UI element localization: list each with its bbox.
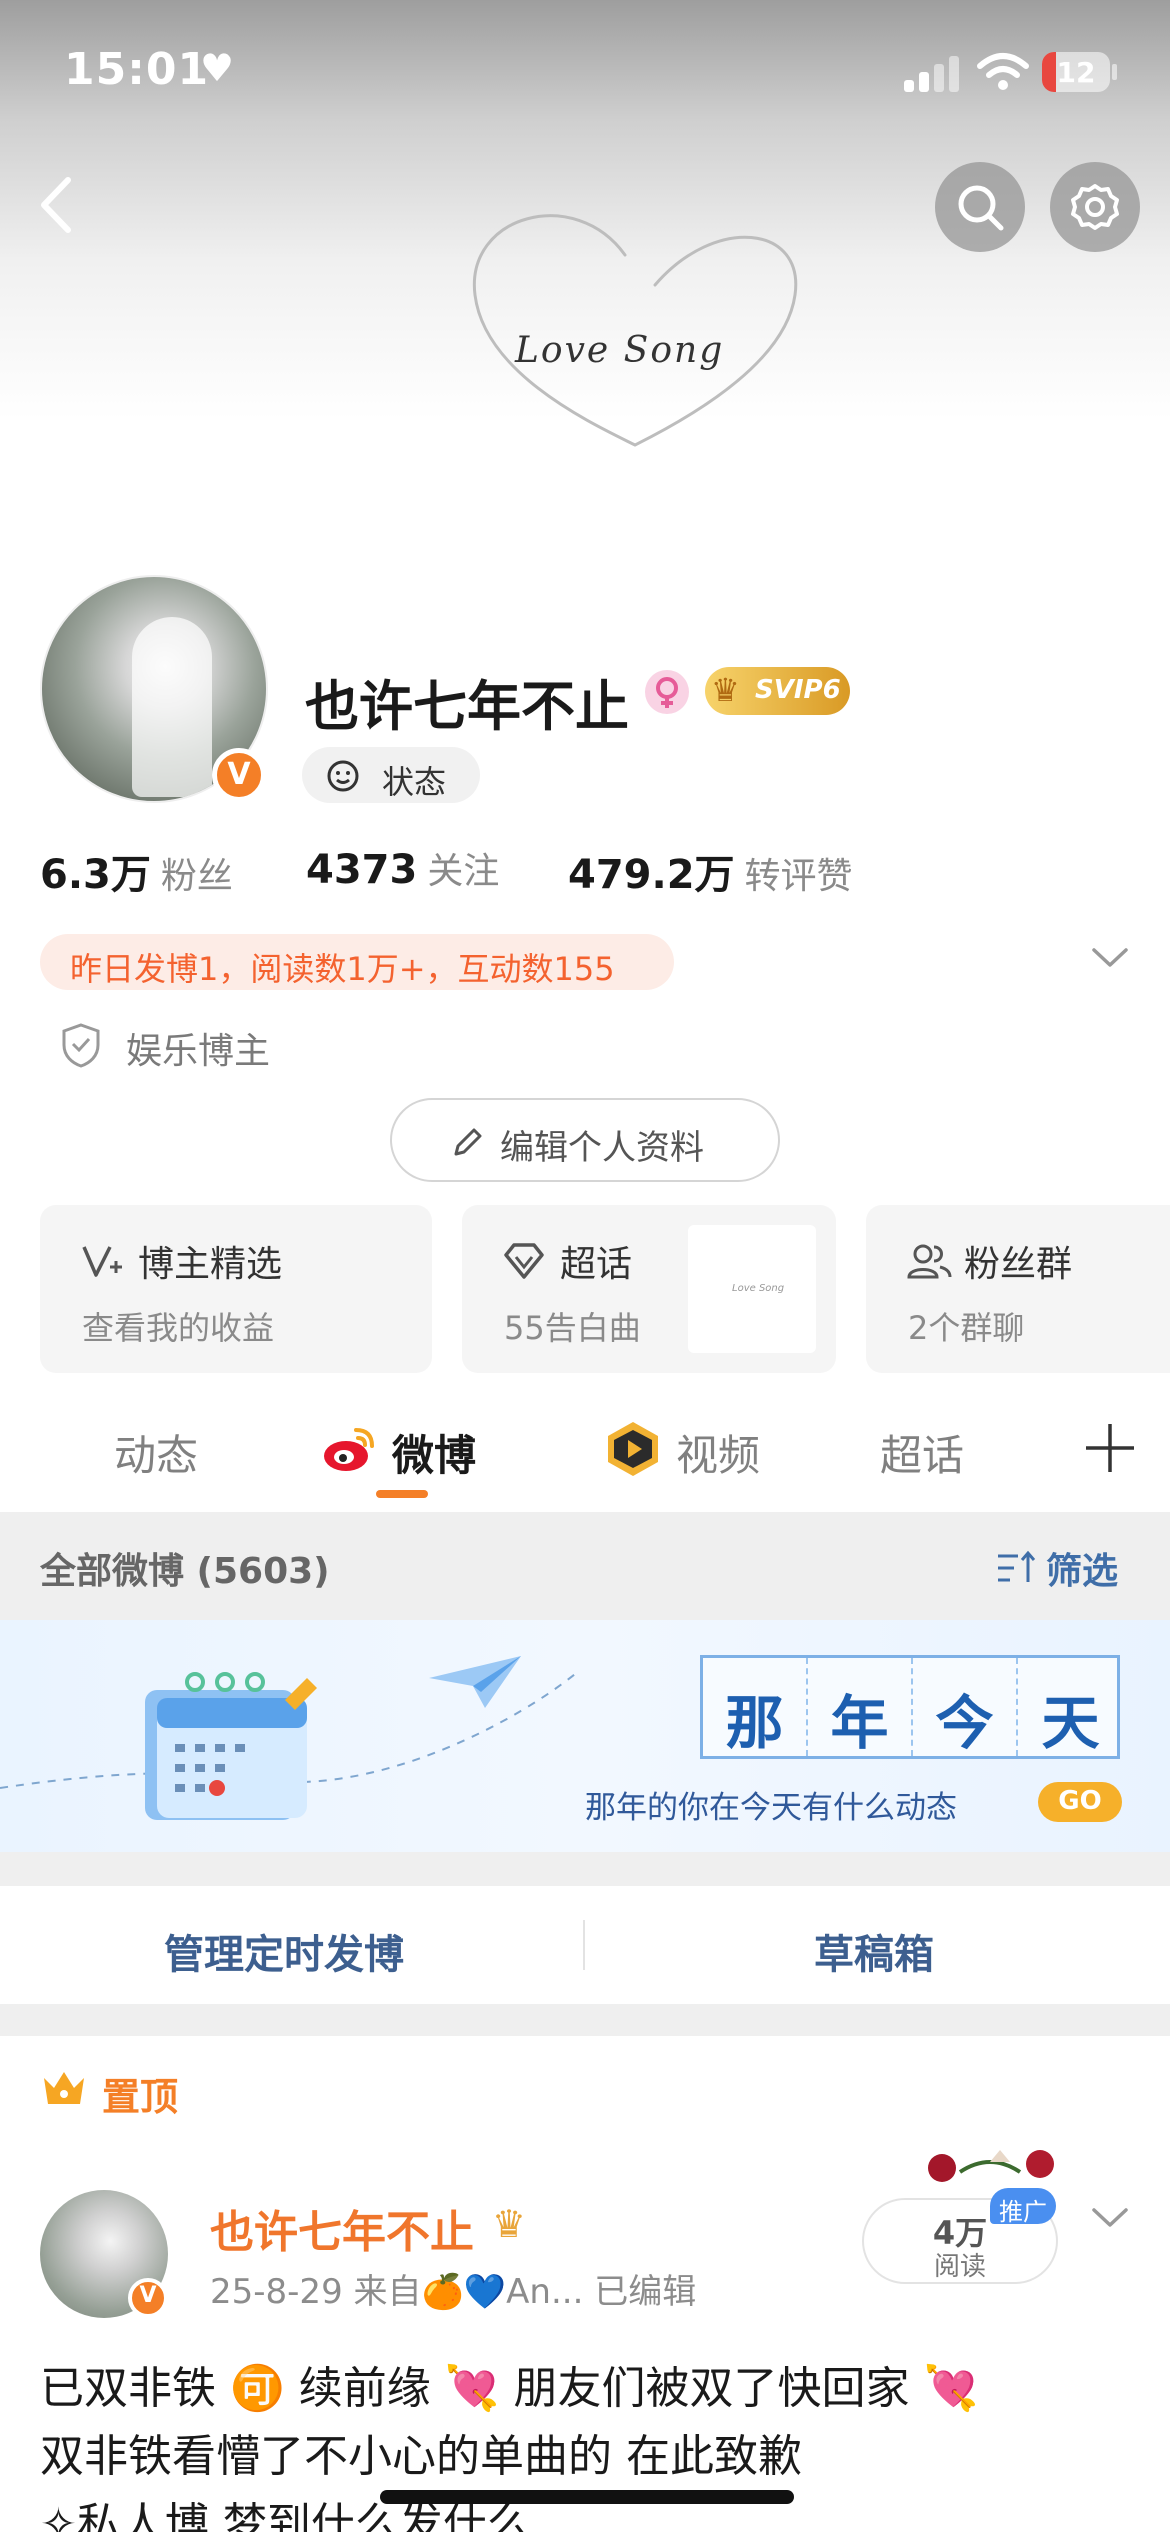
pencil-icon bbox=[454, 1128, 482, 1156]
stat-label: 关注 bbox=[427, 851, 500, 892]
post-actions-row: 管理定时发博 草稿箱 bbox=[0, 1886, 1170, 2004]
card-title: 博主精选 bbox=[138, 1244, 283, 1285]
search-icon bbox=[958, 185, 1004, 231]
status-button[interactable]: 状态 bbox=[302, 747, 480, 803]
stat-followers[interactable]: 6.3万 粉丝 bbox=[40, 842, 233, 900]
stat-value: 4373 bbox=[306, 847, 418, 893]
group-icon bbox=[907, 1244, 952, 1279]
paper-plane-icon bbox=[429, 1656, 521, 1708]
active-tab-indicator bbox=[376, 1490, 428, 1498]
filter-button[interactable]: 筛选 bbox=[1046, 1542, 1118, 1594]
back-arrow-icon[interactable] bbox=[30, 170, 90, 240]
card-featured[interactable]: 博主精选 查看我的收益 bbox=[40, 1205, 432, 1373]
banner-subtitle: 那年的你在今天有什么动态 bbox=[585, 1790, 957, 1826]
drafts-button[interactable]: 草稿箱 bbox=[814, 1922, 934, 1980]
card-subtitle: 55告白曲 bbox=[504, 1309, 641, 1347]
vip-badge[interactable]: ♛ SVIP6 bbox=[705, 667, 850, 715]
home-indicator[interactable] bbox=[380, 2490, 794, 2504]
card-subtitle: 2个群聊 bbox=[908, 1309, 1025, 1347]
tab-weibo[interactable]: 微博 bbox=[392, 1422, 476, 1483]
card-subtitle: 查看我的收益 bbox=[82, 1309, 275, 1347]
card-fan-group[interactable]: 粉丝群 2个群聊 bbox=[866, 1205, 1170, 1373]
crown-icon bbox=[44, 2072, 84, 2104]
female-icon bbox=[645, 670, 689, 714]
stat-reposts-likes[interactable]: 479.2万 转评赞 bbox=[568, 842, 853, 900]
banner-char: 那 bbox=[725, 1689, 784, 1757]
battery-level: 12 bbox=[1056, 56, 1096, 89]
verified-badge: V bbox=[128, 2278, 168, 2318]
video-icon bbox=[608, 1422, 658, 1476]
add-tab-icon[interactable] bbox=[1080, 1418, 1140, 1478]
card-title: 超话 bbox=[560, 1244, 633, 1285]
wifi-icon bbox=[977, 53, 1029, 90]
vip-badge-label: SVIP6 bbox=[755, 675, 841, 705]
chevron-down-icon[interactable] bbox=[1090, 945, 1130, 971]
profile-nickname: 也许七年不止 bbox=[305, 675, 629, 738]
post-text-line: 双非铁看懵了不小心的单曲的 在此致歉 bbox=[40, 2431, 802, 2482]
promote-label: 推广 bbox=[999, 2198, 1047, 2226]
vip-crown-icon: ♛ bbox=[492, 2202, 527, 2246]
verified-badge-label: V bbox=[227, 757, 251, 792]
tab-feed[interactable]: 动态 bbox=[114, 1422, 198, 1483]
status-bar: 15:01 ♥ 12 bbox=[0, 0, 1170, 150]
diamond-icon bbox=[504, 1243, 544, 1279]
card-title: 粉丝群 bbox=[964, 1244, 1073, 1285]
activity-summary[interactable]: 昨日发博1，阅读数1万+，互动数155 bbox=[40, 934, 674, 990]
post-author-name[interactable]: 也许七年不止 bbox=[210, 2196, 474, 2260]
battery-icon: 12 bbox=[1042, 52, 1110, 92]
banner-char: 年 bbox=[830, 1689, 889, 1757]
banner-char: 天 bbox=[1041, 1689, 1100, 1757]
shield-icon bbox=[62, 1023, 100, 1068]
pinned-text: 置顶 bbox=[102, 2075, 179, 2119]
tab-supertopic[interactable]: 超话 bbox=[880, 1422, 964, 1483]
edit-profile-label: 编辑个人资料 bbox=[500, 1128, 704, 1168]
search-button[interactable] bbox=[935, 162, 1025, 252]
signal-icon bbox=[904, 56, 960, 92]
chevron-down-icon[interactable] bbox=[1090, 2205, 1130, 2231]
banner-title-grid: 那 年 今 天 bbox=[700, 1655, 1120, 1759]
category-label: 娱乐博主 bbox=[126, 1031, 271, 1072]
status-label: 状态 bbox=[382, 763, 447, 801]
post-meta: 25-8-29 来自🍊💙An... 已编辑 bbox=[210, 2272, 697, 2312]
verified-badge-label: V bbox=[139, 2283, 157, 2308]
stat-label: 粉丝 bbox=[160, 856, 233, 897]
settings-button[interactable] bbox=[1050, 162, 1140, 252]
filter-icon bbox=[998, 1550, 1036, 1582]
scheduled-posts-button[interactable]: 管理定时发博 bbox=[164, 1922, 404, 1980]
banner-char: 今 bbox=[935, 1689, 994, 1757]
stat-value: 479.2万 bbox=[568, 852, 735, 898]
status-time: 15:01 bbox=[64, 44, 210, 95]
gear-icon bbox=[1071, 184, 1119, 230]
stat-following[interactable]: 4373 关注 bbox=[306, 842, 499, 894]
promote-badge[interactable]: 推广 bbox=[990, 2188, 1056, 2226]
weibo-logo-icon bbox=[324, 1428, 374, 1471]
thumbnail-text: Love Song bbox=[732, 1283, 785, 1294]
post-text-line: 已双非铁 🉑 续前缘 💘 朋友们被双了快回家 💘 bbox=[40, 2363, 979, 2414]
read-label: 阅读 bbox=[933, 2252, 986, 2282]
tab-video[interactable]: 视频 bbox=[676, 1422, 760, 1483]
filter-bar: 全部微博 (5603) 筛选 bbox=[0, 1512, 1170, 1620]
heart-doodle-icon bbox=[472, 214, 798, 447]
cover-text: Love Song bbox=[515, 330, 725, 371]
supertopic-thumbnail: Love Song bbox=[688, 1225, 816, 1353]
heart-icon: ♥ bbox=[200, 46, 235, 90]
edit-profile-button[interactable]: 编辑个人资料 bbox=[390, 1098, 780, 1182]
stat-label: 转评赞 bbox=[744, 856, 853, 897]
calendar-icon bbox=[145, 1672, 317, 1820]
banner-go-button[interactable]: GO bbox=[1038, 1782, 1122, 1822]
profile-tabs: 动态 微博 视频 超话 bbox=[0, 1400, 1170, 1500]
activity-summary-text: 昨日发博1，阅读数1万+，互动数155 bbox=[70, 950, 615, 988]
post-count: 全部微博 (5603) bbox=[40, 1551, 330, 1592]
go-label: GO bbox=[1058, 1786, 1102, 1816]
v-plus-icon bbox=[82, 1246, 122, 1277]
add-status-icon bbox=[327, 760, 359, 792]
crown-icon: ♛ bbox=[711, 671, 740, 709]
card-supertopic[interactable]: 超话 55告白曲 Love Song bbox=[462, 1205, 836, 1373]
stat-value: 6.3万 bbox=[40, 852, 151, 898]
verified-badge: V bbox=[212, 748, 266, 802]
